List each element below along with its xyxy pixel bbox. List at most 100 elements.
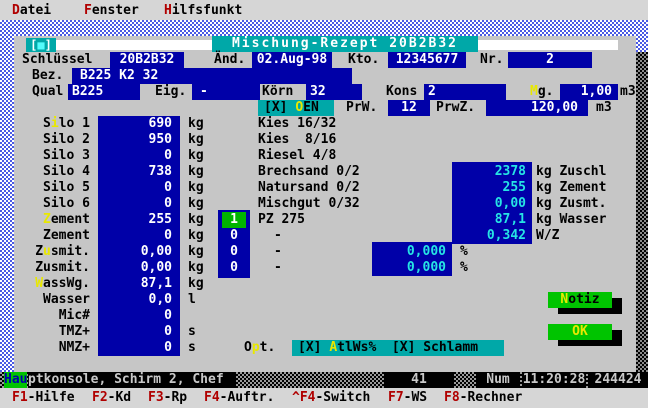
prwz-unit: m3 bbox=[596, 100, 612, 116]
row-label-zement1: Zement bbox=[18, 212, 90, 228]
ok-button[interactable]: OK bbox=[548, 324, 612, 340]
koern-field[interactable]: 32 bbox=[306, 84, 362, 100]
spinner-cell[interactable]: 0 bbox=[222, 228, 246, 244]
oen-checkbox[interactable]: [X] OEN bbox=[258, 100, 334, 116]
prwz-label: PrwZ. bbox=[436, 100, 475, 116]
row-value-zusmit2[interactable]: 0,00 bbox=[98, 260, 180, 276]
fkey-f4-auftr[interactable]: F4-Auftr. bbox=[204, 390, 274, 406]
row-unit: kg bbox=[188, 212, 204, 228]
percent-value: 0,000 bbox=[372, 260, 452, 276]
prw-label: PrW. bbox=[346, 100, 377, 116]
fkey-f1-hilfe[interactable]: F1-Hilfe bbox=[12, 390, 75, 406]
row-value-silo5[interactable]: 0 bbox=[98, 180, 180, 196]
row-value-tmz[interactable]: 0 bbox=[98, 324, 180, 340]
aend-label: Änd. bbox=[214, 52, 245, 68]
menu-item-datei[interactable]: Datei bbox=[12, 3, 51, 19]
row-value-zement2[interactable]: 0 bbox=[98, 228, 180, 244]
material-name: Mischgut 0/32 bbox=[258, 196, 360, 212]
row-label-silo4: Silo 4 bbox=[18, 164, 90, 180]
summary-box: 2378 255 0,00 87,1 0,342 bbox=[452, 162, 532, 244]
percent-sign: % bbox=[460, 260, 468, 276]
mg-field[interactable]: 1,00 bbox=[560, 84, 618, 100]
fkey-f2-kd[interactable]: F2-Kd bbox=[92, 390, 131, 406]
percent-value: 0,000 bbox=[372, 244, 452, 260]
qual-field[interactable]: B225 bbox=[68, 84, 140, 100]
row-value-zement1[interactable]: 255 bbox=[98, 212, 180, 228]
summary-label: kg Zement bbox=[536, 180, 606, 196]
eig-field[interactable]: - bbox=[192, 84, 260, 100]
material-dash: - bbox=[274, 228, 282, 244]
material-name: Brechsand 0/2 bbox=[258, 164, 360, 180]
prwz-field[interactable]: 120,00 bbox=[486, 100, 588, 116]
summary-label: kg Wasser bbox=[536, 212, 606, 228]
material-name: Kies 8/16 bbox=[258, 132, 336, 148]
percent-sign: % bbox=[460, 244, 468, 260]
row-unit: kg bbox=[188, 180, 204, 196]
row-unit: kg bbox=[188, 276, 204, 292]
bez-field[interactable]: B225 K2 32 bbox=[72, 68, 352, 84]
row-value-wasswg[interactable]: 87,1 bbox=[98, 276, 180, 292]
schluessel-field[interactable]: 20B2B32 bbox=[110, 52, 184, 68]
row-value-silo1[interactable]: 690 bbox=[98, 116, 180, 132]
row-label-silo3: Silo 3 bbox=[18, 148, 90, 164]
row-label-zement2: Zement bbox=[18, 228, 90, 244]
row-label-tmz: TMZ+ bbox=[18, 324, 90, 340]
row-label-silo1: Silo 1 bbox=[18, 116, 90, 132]
row-value-zusmit1[interactable]: 0,00 bbox=[98, 244, 180, 260]
row-label-wasswg: WassWg. bbox=[18, 276, 90, 292]
kons-field[interactable]: 2 bbox=[424, 84, 506, 100]
options-checkboxes[interactable]: [X] AtlWs% [X] Schlamm bbox=[292, 340, 504, 356]
opt-label: Opt. bbox=[244, 340, 275, 356]
component-count-spinner: 1 0 0 0 bbox=[218, 210, 250, 278]
row-unit: l bbox=[188, 292, 196, 308]
qual-label: Qual bbox=[32, 84, 63, 100]
row-unit: kg bbox=[188, 116, 204, 132]
status-console-label: ptkonsole, Schirm 2, Chef bbox=[28, 372, 236, 388]
row-value-silo4[interactable]: 738 bbox=[98, 164, 180, 180]
fkey-f7-ws[interactable]: F7-WS bbox=[388, 390, 427, 406]
kto-field[interactable]: 12345677 bbox=[388, 52, 466, 68]
row-value-nmz[interactable]: 0 bbox=[98, 340, 180, 356]
percent-box: 0,000 0,000 bbox=[372, 242, 452, 276]
aend-field[interactable]: 02.Aug-98 bbox=[252, 52, 332, 68]
summary-label: kg Zuschl bbox=[536, 164, 606, 180]
material-dash: - bbox=[274, 260, 282, 276]
menu-item-hilfsfunkt[interactable]: Hilfsfunkt bbox=[164, 3, 242, 19]
fkey-f8-rechner[interactable]: F8-Rechner bbox=[444, 390, 522, 406]
menu-item-fenster[interactable]: Fenster bbox=[84, 3, 139, 19]
close-button[interactable]: [■] bbox=[26, 38, 56, 52]
status-bar: Hau ptkonsole, Schirm 2, Chef 41 Num 11:… bbox=[0, 372, 648, 388]
row-value-silo2[interactable]: 950 bbox=[98, 132, 180, 148]
row-value-silo6[interactable]: 0 bbox=[98, 196, 180, 212]
row-value-wasser[interactable]: 0,0 bbox=[98, 292, 180, 308]
row-unit: kg bbox=[188, 244, 204, 260]
bez-label: Bez. bbox=[32, 68, 63, 84]
notiz-button[interactable]: Notiz bbox=[548, 292, 612, 308]
nr-field[interactable]: 2 bbox=[508, 52, 592, 68]
status-hotkey: Hau bbox=[4, 372, 27, 388]
function-key-bar: F1-Hilfe F2-Kd F3-Rp F4-Auftr. ^F4-Switc… bbox=[0, 388, 648, 408]
summary-value: 2378 bbox=[452, 164, 532, 180]
row-value-silo3[interactable]: 0 bbox=[98, 148, 180, 164]
status-counter: 41 bbox=[384, 372, 454, 388]
prw-field[interactable]: 12 bbox=[388, 100, 430, 116]
summary-value: 0,342 bbox=[452, 228, 532, 244]
row-unit: kg bbox=[188, 196, 204, 212]
spinner-cell[interactable]: 0 bbox=[222, 260, 246, 276]
summary-value: 87,1 bbox=[452, 212, 532, 228]
spinner-cell[interactable]: 0 bbox=[222, 244, 246, 260]
material-name: PZ 275 bbox=[258, 212, 305, 228]
row-value-mic[interactable]: 0 bbox=[98, 308, 180, 324]
row-unit: s bbox=[188, 324, 196, 340]
fkey-ctrl-f4-switch[interactable]: ^F4-Switch bbox=[292, 390, 370, 406]
spinner-cell-selected[interactable]: 1 bbox=[222, 212, 246, 228]
schluessel-label: Schlüssel bbox=[22, 52, 92, 68]
row-unit: kg bbox=[188, 260, 204, 276]
status-id: 244424 bbox=[588, 372, 648, 388]
row-label-silo2: Silo 2 bbox=[18, 132, 90, 148]
fkey-f3-rp[interactable]: F3-Rp bbox=[148, 390, 187, 406]
row-label-zusmit1: Zusmit. bbox=[18, 244, 90, 260]
row-label-nmz: NMZ+ bbox=[18, 340, 90, 356]
row-unit: kg bbox=[188, 148, 204, 164]
row-unit: kg bbox=[188, 164, 204, 180]
